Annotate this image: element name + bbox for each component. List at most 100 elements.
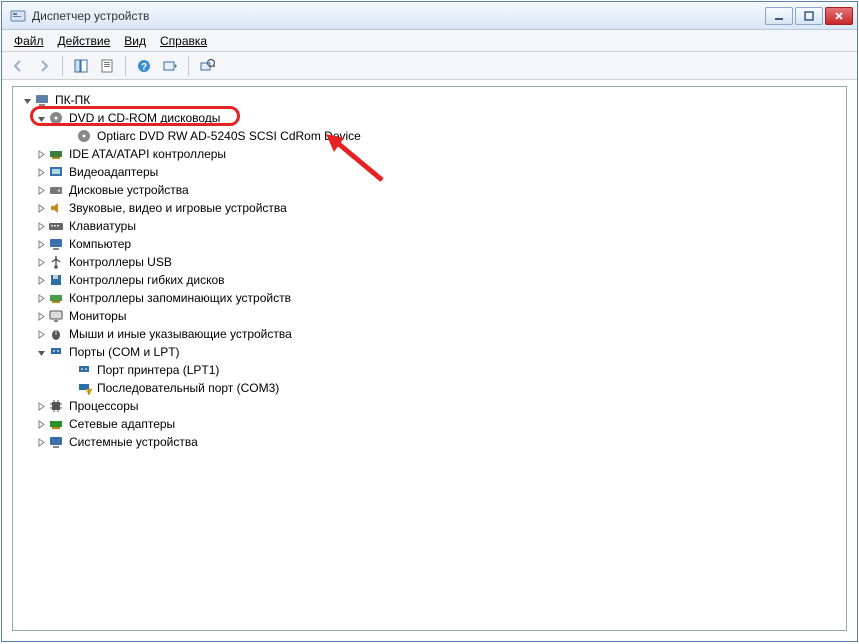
tree-category-storage-ctrl[interactable]: Контроллеры запоминающих устройств (15, 289, 844, 307)
back-button (6, 54, 30, 78)
storage-controller-icon (48, 290, 64, 306)
svg-text:?: ? (141, 62, 147, 73)
tree-category-label: Мониторы (67, 307, 128, 325)
expander-open-icon[interactable] (35, 114, 47, 123)
tree-category-label: Процессоры (67, 397, 141, 415)
expander-closed-icon[interactable] (35, 240, 47, 249)
device-tree[interactable]: ПК-ПК DVD и CD-ROM дисководы Optiarc DVD… (12, 86, 847, 631)
tree-category-system[interactable]: Системные устройства (15, 433, 844, 451)
tree-category-label: Звуковые, видео и игровые устройства (67, 199, 289, 217)
close-button[interactable] (825, 7, 853, 25)
disc-drive-icon (48, 110, 64, 126)
serial-port-warning-icon: ! (76, 380, 92, 396)
expander-closed-icon[interactable] (35, 294, 47, 303)
printer-port-icon (76, 362, 92, 378)
scan-hardware-button[interactable] (158, 54, 182, 78)
expander-closed-icon[interactable] (35, 258, 47, 267)
tree-category-mice[interactable]: Мыши и иные указывающие устройства (15, 325, 844, 343)
tree-category-diskdrives[interactable]: Дисковые устройства (15, 181, 844, 199)
expander-closed-icon[interactable] (35, 168, 47, 177)
window-title: Диспетчер устройств (32, 9, 765, 23)
controller-icon (48, 146, 64, 162)
menu-action[interactable]: Действие (52, 32, 117, 50)
expander-closed-icon[interactable] (35, 330, 47, 339)
titlebar: Диспетчер устройств (2, 2, 857, 30)
tree-category-cpus[interactable]: Процессоры (15, 397, 844, 415)
tree-category-ports[interactable]: Порты (COM и LPT) (15, 343, 844, 361)
tree-category-label: DVD и CD-ROM дисководы (67, 109, 222, 127)
tree-category-label: Контроллеры запоминающих устройств (67, 289, 293, 307)
expander-closed-icon[interactable] (35, 186, 47, 195)
computer-icon (48, 236, 64, 252)
usb-icon (48, 254, 64, 270)
tree-category-label: Видеоадаптеры (67, 163, 160, 181)
tree-root[interactable]: ПК-ПК (15, 91, 844, 109)
keyboard-icon (48, 218, 64, 234)
expander-closed-icon[interactable] (35, 276, 47, 285)
tree-category-label: IDE ATA/ATAPI контроллеры (67, 145, 228, 163)
minimize-button[interactable] (765, 7, 793, 25)
tree-category-dvd[interactable]: DVD и CD-ROM дисководы (15, 109, 844, 127)
tree-device-label: Последовательный порт (COM3) (95, 379, 281, 397)
show-hide-console-tree-button[interactable] (69, 54, 93, 78)
app-icon (10, 8, 26, 24)
device-manager-window: Диспетчер устройств Файл Действие Вид Сп… (1, 1, 858, 642)
tree-category-floppy-ctrl[interactable]: Контроллеры гибких дисков (15, 271, 844, 289)
tree-category-label: Порты (COM и LPT) (67, 343, 182, 361)
tree-device-optiarc[interactable]: Optiarc DVD RW AD-5240S SCSI CdRom Devic… (15, 127, 844, 145)
tree-device-label: Порт принтера (LPT1) (95, 361, 221, 379)
window-buttons (765, 7, 853, 25)
expander-closed-icon[interactable] (35, 150, 47, 159)
monitor-icon (48, 308, 64, 324)
toolbar-separator (125, 56, 126, 76)
tree-device-serial-port[interactable]: ! Последовательный порт (COM3) (15, 379, 844, 397)
tree-category-usb[interactable]: Контроллеры USB (15, 253, 844, 271)
tree-category-monitors[interactable]: Мониторы (15, 307, 844, 325)
tree-category-label: Компьютер (67, 235, 133, 253)
menu-view[interactable]: Вид (118, 32, 152, 50)
help-button[interactable]: ? (132, 54, 156, 78)
tree-category-ide[interactable]: IDE ATA/ATAPI контроллеры (15, 145, 844, 163)
menu-help[interactable]: Справка (154, 32, 213, 50)
expander-open-icon[interactable] (21, 96, 33, 105)
floppy-icon (48, 272, 64, 288)
tree-category-computer[interactable]: Компьютер (15, 235, 844, 253)
toolbar-separator (188, 56, 189, 76)
expander-open-icon[interactable] (35, 348, 47, 357)
menu-file[interactable]: Файл (8, 32, 50, 50)
expander-closed-icon[interactable] (35, 312, 47, 321)
tree-category-label: Сетевые адаптеры (67, 415, 177, 433)
display-adapter-icon (48, 164, 64, 180)
menubar: Файл Действие Вид Справка (2, 30, 857, 52)
forward-button (32, 54, 56, 78)
computer-icon (34, 92, 50, 108)
tree-category-label: Клавиатуры (67, 217, 138, 235)
maximize-button[interactable] (795, 7, 823, 25)
show-hidden-devices-button[interactable] (195, 54, 219, 78)
tree-category-label: Дисковые устройства (67, 181, 191, 199)
tree-category-sound[interactable]: Звуковые, видео и игровые устройства (15, 199, 844, 217)
tree-device-printer-port[interactable]: Порт принтера (LPT1) (15, 361, 844, 379)
disc-drive-icon (76, 128, 92, 144)
port-icon (48, 344, 64, 360)
toolbar-separator (62, 56, 63, 76)
expander-closed-icon[interactable] (35, 402, 47, 411)
mouse-icon (48, 326, 64, 342)
tree-category-label: Контроллеры USB (67, 253, 174, 271)
properties-button[interactable] (95, 54, 119, 78)
tree-category-label: Контроллеры гибких дисков (67, 271, 227, 289)
toolbar: ? (2, 52, 857, 80)
tree-category-keyboards[interactable]: Клавиатуры (15, 217, 844, 235)
expander-closed-icon[interactable] (35, 420, 47, 429)
disk-drive-icon (48, 182, 64, 198)
expander-closed-icon[interactable] (35, 204, 47, 213)
system-device-icon (48, 434, 64, 450)
tree-category-label: Мыши и иные указывающие устройства (67, 325, 294, 343)
expander-closed-icon[interactable] (35, 438, 47, 447)
tree-category-network[interactable]: Сетевые адаптеры (15, 415, 844, 433)
tree-root-label: ПК-ПК (53, 91, 92, 109)
tree-category-video[interactable]: Видеоадаптеры (15, 163, 844, 181)
cpu-icon (48, 398, 64, 414)
expander-closed-icon[interactable] (35, 222, 47, 231)
tree-device-label: Optiarc DVD RW AD-5240S SCSI CdRom Devic… (95, 127, 363, 145)
